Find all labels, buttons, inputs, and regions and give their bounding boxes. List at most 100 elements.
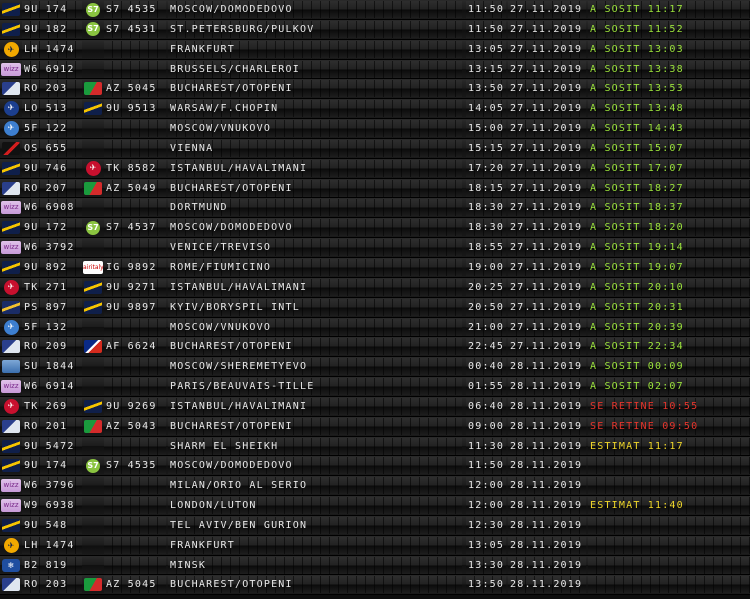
tarom-icon [2,82,20,96]
destination: BUCHAREST/OTOPENI [168,338,462,356]
codeshare-number [104,536,166,554]
flight-status: A SOSIT 11:52 [588,20,750,38]
flight-number: 9U 548 [22,516,82,534]
airline-logo [0,438,22,455]
scheduled-date: 28.11.2019 [508,437,586,455]
flight-status: A SOSIT 18:20 [588,219,750,237]
destination: MOSCOW/VNUKOVO [168,318,462,336]
airline-logo [0,219,22,236]
tarom-icon [2,578,20,592]
scheduled-time: 22:45 [466,338,506,356]
destination: ISTANBUL/HAVALIMANI [168,159,462,177]
flight-row: ✈ LH 1474 FRANKFURT 13:05 28.11.2019 [0,535,750,556]
scheduled-date: 28.11.2019 [508,397,586,415]
austrian-icon [2,141,20,155]
air-moldova-icon [2,518,20,532]
flight-number: OS 655 [22,139,82,157]
flight-status: A SOSIT 13:53 [588,80,750,98]
flight-number: RO 203 [22,80,82,98]
flight-status: A SOSIT 20:39 [588,318,750,336]
airline-logo: ✈ [0,120,22,137]
codeshare-logo [82,80,104,97]
codeshare-logo [82,41,104,58]
codeshare-number [104,40,166,58]
destination: ST.PETERSBURG/PULKOV [168,20,462,38]
scheduled-date: 28.11.2019 [508,417,586,435]
air-moldova-icon [2,161,20,175]
codeshare-number: AZ 5045 [104,576,166,594]
airline-logo: ✈ [0,279,22,296]
scheduled-date: 28.11.2019 [508,576,586,594]
flight-number: 9U 5472 [22,437,82,455]
codeshare-logo [82,299,104,316]
codeshare-logo [82,239,104,256]
codeshare-logo: S7 [82,1,104,18]
codeshare-number [104,556,166,574]
scheduled-date: 27.11.2019 [508,60,586,78]
scheduled-time: 18:15 [466,179,506,197]
destination: BUCHAREST/OTOPENI [168,80,462,98]
wizz-9u-icon [2,3,20,16]
flight-number: LH 1474 [22,536,82,554]
air-moldova-icon [2,439,20,453]
flight-row: OS 655 VIENNA 15:15 27.11.2019 A SOSIT 1… [0,138,750,159]
flight-row: wizz W6 6914 PARIS/BEAUVAIS-TILLE 01:55 … [0,377,750,397]
codeshare-number: AZ 5043 [104,417,166,435]
flight-status: A SOSIT 13:48 [588,100,750,118]
alitalia-icon [84,82,102,96]
flight-number: LH 1474 [22,40,82,58]
flight-status: A SOSIT 20:10 [588,278,750,296]
flight-status: A SOSIT 13:38 [588,60,750,78]
alitalia-icon [84,419,102,433]
codeshare-logo: ✈ [82,160,104,177]
utair-icon: ✈ [3,121,19,137]
flight-number: W6 6912 [22,60,82,78]
airline-logo [0,358,22,375]
codeshare-number [104,239,166,257]
flight-row: ❄ B2 819 MINSK 13:30 28.11.2019 [0,555,750,576]
codeshare-number: 9U 9271 [104,278,166,296]
scheduled-date: 27.11.2019 [508,239,586,257]
airline-logo: ✈ [0,100,22,117]
turkish-airlines-icon: ✈ [3,279,19,295]
destination: SHARM EL SHEIKH [168,437,462,455]
destination: PARIS/BEAUVAIS-TILLE [168,378,462,396]
scheduled-time: 15:00 [466,120,506,138]
flight-status [588,477,750,495]
scheduled-time: 18:30 [466,219,506,237]
scheduled-time: 11:30 [466,437,506,455]
scheduled-time: 11:50 [466,457,506,475]
airline-logo [0,338,22,355]
codeshare-number: AZ 5049 [104,179,166,197]
flight-number: LO 513 [22,100,82,118]
airline-logo [0,457,22,474]
scheduled-time: 13:50 [466,576,506,594]
codeshare-number [104,516,166,534]
flight-row: SU 1844 MOSCOW/SHEREMETYEVO 00:40 28.11.… [0,357,750,378]
scheduled-date: 27.11.2019 [508,80,586,98]
flight-number: W6 3792 [22,239,82,257]
flight-row: wizz W6 3796 MILAN/ORIO AL SERIO 12:00 2… [0,476,750,497]
airline-logo [0,140,22,157]
scheduled-date: 27.11.2019 [508,40,586,58]
arrivals-board: 9U 174 S7 S7 4535 MOSCOW/DOMODEDOVO 11:5… [0,0,750,596]
airline-logo [0,160,22,177]
scheduled-date: 28.11.2019 [508,358,586,376]
airline-logo [0,517,22,534]
s7-icon: S7 [86,220,100,235]
scheduled-time: 13:15 [466,60,506,78]
codeshare-logo [82,497,104,514]
scheduled-time: 12:00 [466,497,506,515]
lot-icon: ✈ [3,101,19,117]
airline-logo [0,299,22,316]
codeshare-logo [82,557,104,574]
flight-number: RO 203 [22,576,82,594]
tarom-icon [2,340,20,354]
codeshare-logo: S7 [82,219,104,236]
destination: ROME/FIUMICINO [168,258,462,276]
flight-status: ESTIMAT 11:40 [588,497,750,515]
destination: ISTANBUL/HAVALIMANI [168,397,462,415]
turkish-airlines-icon: ✈ [85,160,101,176]
airline-logo [0,418,22,435]
flight-number: 9U 892 [22,258,82,276]
